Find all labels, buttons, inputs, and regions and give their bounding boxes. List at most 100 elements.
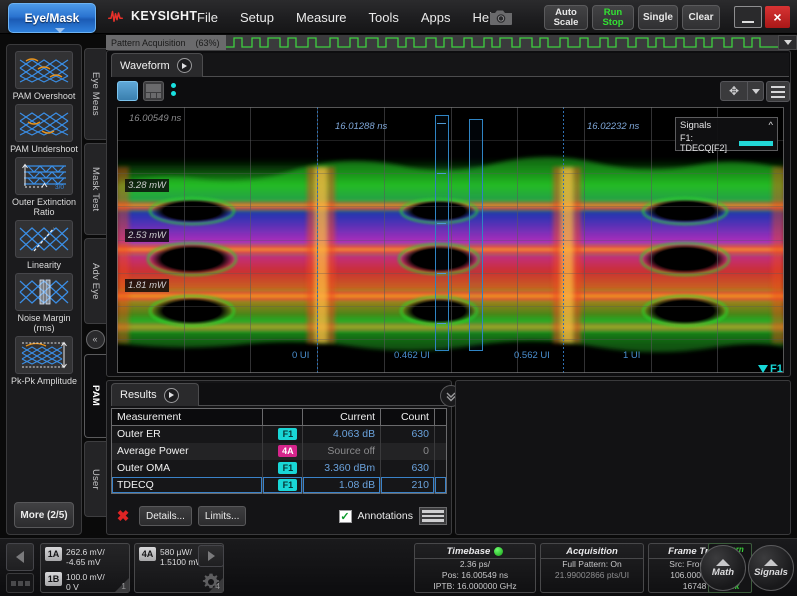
- run-stop-button[interactable]: Run Stop: [592, 5, 634, 30]
- timebase-scale: 2.36 ps/: [459, 559, 491, 569]
- chevron-left-double-icon: «: [85, 329, 105, 349]
- chevron-down-icon: [55, 28, 65, 33]
- sidebar-item-noise-margin[interactable]: Noise Margin (rms): [10, 273, 78, 333]
- table-row[interactable]: Outer ER F1 4.063 dB 630: [111, 425, 447, 443]
- tab-results[interactable]: Results: [111, 383, 199, 406]
- menu-item-apps[interactable]: Apps: [410, 6, 462, 29]
- time-label-right: 16.02232 ns: [587, 121, 640, 132]
- signals-legend-box[interactable]: Signals ^ F1: TDECQ[F2]: [675, 117, 778, 153]
- row-count-value: 210: [380, 476, 435, 494]
- pan-move-icon[interactable]: ✥: [720, 81, 748, 101]
- menu-item-measure[interactable]: Measure: [285, 6, 358, 29]
- play-icon[interactable]: [176, 58, 192, 73]
- vtab-pam[interactable]: PAM: [84, 354, 106, 438]
- channel-1a-scale: 262.6 mV/: [66, 547, 105, 557]
- menu-item-tools[interactable]: Tools: [358, 6, 410, 29]
- vertical-dots-icon[interactable]: [171, 83, 176, 96]
- cursor-left[interactable]: [317, 107, 318, 373]
- grid-dots-icon[interactable]: [6, 573, 34, 593]
- hamburger-menu-icon[interactable]: [766, 81, 790, 102]
- status-led-icon: [494, 547, 504, 556]
- menu-item-file[interactable]: File: [186, 6, 229, 29]
- details-button[interactable]: Details...: [139, 506, 192, 526]
- acquisition-full-pattern: Full Pattern: On: [562, 559, 622, 569]
- gear-icon[interactable]: [200, 571, 222, 593]
- row-current-value: 3.360 dBm: [302, 459, 382, 477]
- pk-pk-amplitude-icon: [15, 336, 73, 374]
- tdecq-window-right[interactable]: [469, 119, 483, 351]
- clear-button[interactable]: Clear: [682, 5, 720, 30]
- sidebar-item-pk-pk-amplitude[interactable]: Pk-Pk Amplitude: [10, 336, 78, 386]
- ui-label-0-462: 0.462 UI: [394, 350, 430, 361]
- sidebar-item-outer-extinction-ratio[interactable]: 3/0 Outer Extinction Ratio: [10, 157, 78, 217]
- left-arrow-icon[interactable]: [6, 543, 34, 571]
- column-header-measurement: Measurement: [111, 408, 264, 426]
- channel-group-1[interactable]: 1A 262.6 mV/ -4.65 mV 1B 100.0 mV/ 0 V 1: [40, 543, 130, 593]
- measurement-results-table: Measurement Current Count Outer ER F1 4.…: [111, 408, 447, 494]
- table-row[interactable]: Average Power 4A Source off 0: [111, 442, 447, 460]
- signals-knob-button[interactable]: Signals: [748, 545, 794, 591]
- row-measurement-name: TDECQ: [111, 476, 264, 494]
- row-current-value: 1.08 dB: [302, 476, 382, 494]
- more-label: More (2/5): [20, 509, 68, 521]
- sidebar-item-linearity[interactable]: Linearity: [10, 220, 78, 270]
- vtab-eye-meas[interactable]: Eye Meas: [84, 48, 106, 140]
- vertical-tab-strip: Eye Meas Mask Test Adv Eye « PAM User: [84, 48, 106, 535]
- limits-button[interactable]: Limits...: [197, 506, 247, 526]
- cursor-right[interactable]: [563, 107, 564, 373]
- run-label: Run: [603, 6, 623, 18]
- x-delete-icon[interactable]: ✖: [113, 506, 133, 526]
- source-badge: F1: [278, 478, 298, 491]
- source-badge: F1: [278, 462, 298, 474]
- sidebar-item-pam-undershoot[interactable]: PAM Undershoot: [10, 104, 78, 154]
- tdecq-window-left[interactable]: [435, 115, 449, 351]
- noise-margin-icon: [15, 273, 73, 311]
- measurement-sidebar: PAM Overshoot PAM Undershoot 3/0 Outer E…: [6, 44, 82, 535]
- acquisition-title-row: Acquisition: [541, 544, 643, 559]
- tab-waveform[interactable]: Waveform: [111, 53, 203, 77]
- minimize-icon[interactable]: [734, 6, 762, 28]
- split-view-icon[interactable]: [143, 81, 164, 101]
- chevron-up-icon[interactable]: ^: [769, 120, 773, 131]
- chevron-down-icon[interactable]: [748, 81, 764, 101]
- play-icon[interactable]: [163, 387, 179, 403]
- right-arrow-icon[interactable]: [198, 545, 224, 567]
- eye-mask-mode-button[interactable]: Eye/Mask: [8, 3, 96, 33]
- timebase-pos: Pos: 16.00549 ns: [441, 570, 509, 580]
- table-row[interactable]: Outer OMA F1 3.360 dBm 630: [111, 459, 447, 477]
- vtab-user[interactable]: User: [84, 441, 106, 517]
- sidebar-label-noise-margin: Noise Margin (rms): [17, 313, 71, 333]
- sidebar-collapse-button[interactable]: «: [84, 327, 106, 351]
- pattern-bar-dropdown[interactable]: [778, 35, 797, 50]
- grid-layout-icon[interactable]: [419, 507, 447, 525]
- close-icon[interactable]: ×: [765, 6, 790, 28]
- single-button[interactable]: Single: [638, 5, 678, 30]
- sidebar-item-pam-overshoot[interactable]: PAM Overshoot: [10, 51, 78, 101]
- clear-label: Clear: [688, 11, 714, 23]
- timebase-info-box[interactable]: Timebase 2.36 ps/ Pos: 16.00549 ns IPTB:…: [414, 543, 536, 593]
- auto-scale-line1: Auto: [555, 6, 577, 18]
- power-level-label-low: 1.81 mW: [125, 279, 170, 292]
- channel-tag-4a: 4A: [139, 547, 156, 561]
- pattern-acquisition-bar: Pattern Acquisition (63%): [106, 35, 778, 50]
- vtab-adv-eye[interactable]: Adv Eye: [84, 238, 106, 324]
- sidebar-label-outer-extinction-ratio: Outer Extinction Ratio: [11, 197, 77, 217]
- triangle-up-icon: [764, 558, 778, 566]
- more-measurements-button[interactable]: More (2/5): [14, 502, 74, 528]
- menu-item-setup[interactable]: Setup: [229, 6, 285, 29]
- f1-channel-marker[interactable]: F1: [758, 363, 783, 375]
- camera-icon[interactable]: [482, 7, 520, 28]
- timebase-title-row: Timebase: [415, 544, 535, 559]
- table-row-selected[interactable]: TDECQ F1 1.08 dB 210: [111, 476, 447, 494]
- acquisition-info-box[interactable]: Acquisition Full Pattern: On 21.99002866…: [540, 543, 644, 593]
- auto-scale-button[interactable]: Auto Scale: [544, 5, 588, 30]
- row-measurement-name: Average Power: [111, 442, 264, 460]
- eye-diagram-plot[interactable]: 16.00549 ns 16.01288 ns 16.02232 ns 3.28…: [117, 107, 784, 373]
- channel-row-1a[interactable]: 1A 262.6 mV/ -4.65 mV: [41, 544, 129, 569]
- annotations-checkbox[interactable]: ✓: [338, 509, 352, 523]
- math-knob-button[interactable]: Math: [700, 545, 746, 591]
- vtab-mask-test[interactable]: Mask Test: [84, 143, 106, 235]
- camera-glyph: [490, 10, 512, 25]
- row-count-value: 630: [380, 459, 435, 477]
- full-view-icon[interactable]: [117, 81, 138, 101]
